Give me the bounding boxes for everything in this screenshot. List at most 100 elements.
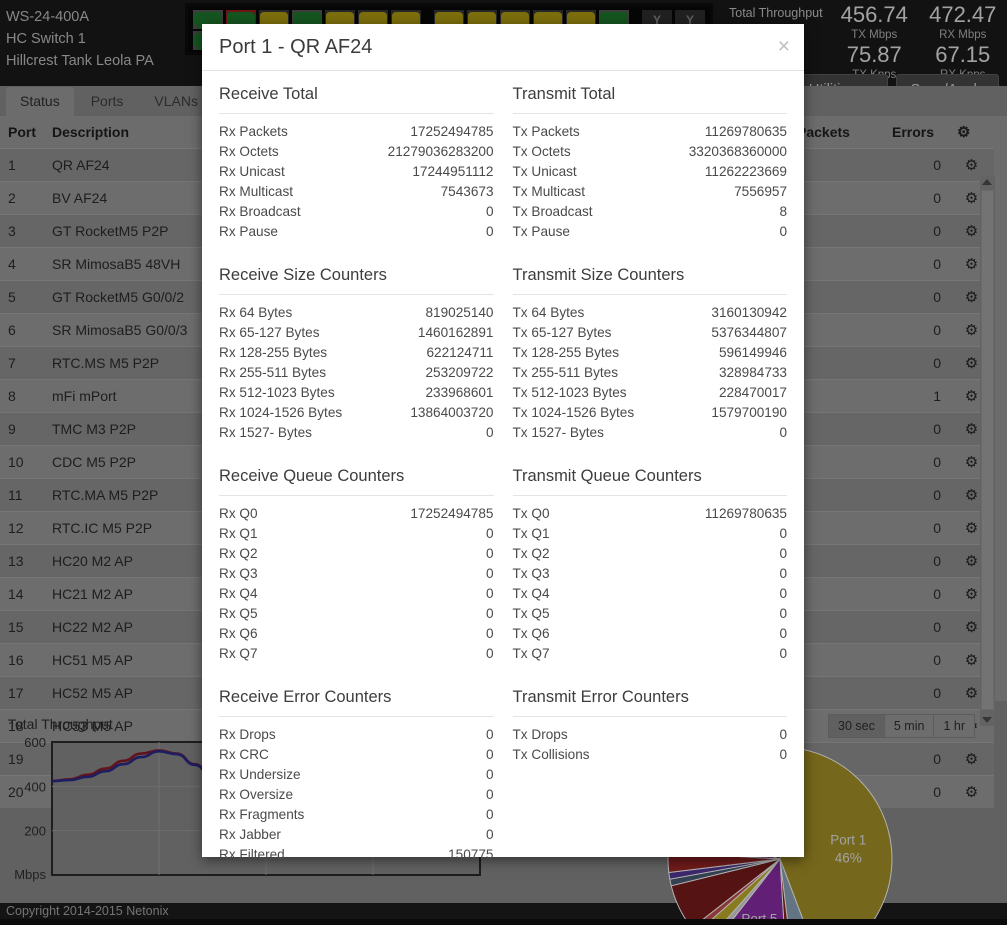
stat-row: Rx 255-511 Bytes 253209722	[219, 363, 494, 383]
section-title: Receive Error Counters	[219, 678, 494, 717]
stat-row: Tx Packets 11269780635	[513, 122, 788, 142]
stat-value: 0	[485, 787, 494, 802]
stat-key: Rx 512-1023 Bytes	[219, 385, 335, 400]
stat-value: 3160130942	[711, 305, 787, 320]
stat-value: 233968601	[425, 385, 494, 400]
stat-key: Rx Q2	[219, 546, 258, 561]
stat-value: 0	[485, 767, 494, 782]
dialog-title: Port 1 - QR AF24	[219, 35, 373, 58]
stat-key: Tx 64 Bytes	[512, 305, 585, 320]
close-icon[interactable]: ×	[778, 36, 790, 57]
stat-key: Rx Multicast	[219, 184, 294, 199]
stat-value: 0	[779, 606, 787, 621]
stat-row: Rx 64 Bytes 819025140	[219, 303, 494, 323]
stat-value: 0	[779, 425, 787, 440]
stat-row: Rx Fragments 0	[219, 805, 494, 825]
stat-row: Tx Unicast 11262223669	[513, 162, 788, 182]
stat-row: Rx Drops 0	[219, 725, 494, 745]
stat-row: Tx Q3 0	[513, 564, 788, 584]
stat-row: Tx Multicast 7556957	[513, 182, 788, 202]
stat-key: Tx Q4	[512, 586, 550, 601]
stat-key: Rx Drops	[219, 727, 276, 742]
stat-value: 5376344807	[711, 325, 787, 340]
stat-row: Rx Broadcast 0	[219, 202, 494, 222]
stat-key: Rx 65-127 Bytes	[219, 325, 320, 340]
stat-row: Tx 255-511 Bytes 328984733	[513, 363, 788, 383]
stat-key: Rx Q0	[219, 506, 258, 521]
stat-key: Rx 64 Bytes	[219, 305, 293, 320]
stat-value: 253209722	[425, 365, 494, 380]
stat-key: Rx Packets	[219, 124, 288, 139]
stat-key: Tx Q5	[512, 606, 550, 621]
stat-key: Rx 1024-1526 Bytes	[219, 405, 343, 420]
stat-value: 0	[779, 566, 787, 581]
stat-value: 0	[485, 425, 494, 440]
stat-key: Tx Q6	[512, 626, 550, 641]
stat-row: Rx Q1 0	[219, 524, 494, 544]
dialog-header: Port 1 - QR AF24 ×	[202, 24, 804, 71]
stat-key: Tx Pause	[512, 224, 570, 239]
stat-row: Rx Q6 0	[219, 624, 494, 644]
stat-value: 7556957	[734, 184, 787, 199]
stat-key: Rx Undersize	[219, 767, 301, 782]
stat-row: Tx Q1 0	[513, 524, 788, 544]
stat-key: Tx Q2	[512, 546, 550, 561]
stat-row: Tx Collisions 0	[513, 745, 788, 765]
stat-row: Rx Pause 0	[219, 222, 494, 242]
stat-row: Tx Q7 0	[513, 644, 788, 664]
stat-row: Rx Q2 0	[219, 544, 494, 564]
stat-key: Rx Jabber	[219, 827, 281, 842]
stat-row: Tx 1024-1526 Bytes 1579700190	[513, 403, 788, 423]
stat-key: Rx Octets	[219, 144, 279, 159]
stat-value: 8	[779, 204, 787, 219]
stat-value: 0	[485, 807, 494, 822]
receive-column: Receive Total Rx Packets 17252494785 Rx Oct…	[219, 85, 494, 879]
stat-row: Tx 1527- Bytes 0	[513, 423, 788, 443]
stat-row: Rx Q4 0	[219, 584, 494, 604]
stat-row: Rx Q0 17252494785	[219, 504, 494, 524]
stat-key: Tx 65-127 Bytes	[512, 325, 612, 340]
stat-value: 0	[779, 546, 787, 561]
stat-key: Rx Fragments	[219, 807, 305, 822]
stat-key: Tx Collisions	[512, 747, 590, 762]
stat-value: 0	[485, 827, 494, 842]
stat-row: Rx Octets 21279036283200	[219, 142, 494, 162]
stats-section: Transmit Total Tx Packets 11269780635 Tx Oc…	[512, 85, 788, 242]
stat-key: Tx Q7	[512, 646, 550, 661]
stat-key: Rx CRC	[219, 747, 269, 762]
stat-key: Rx Unicast	[219, 164, 285, 179]
stat-row: Tx Octets 3320368360000	[513, 142, 788, 162]
stats-section: Receive Error Counters Rx Drops 0 Rx CRC 0 Rx…	[219, 678, 494, 865]
stats-section: Transmit Size Counters Tx 64 Bytes 3160130…	[512, 256, 788, 443]
stat-value: 228470017	[718, 385, 787, 400]
stat-value: 819025140	[425, 305, 494, 320]
stat-row: Rx Multicast 7543673	[219, 182, 494, 202]
stat-row: Tx 512-1023 Bytes 228470017	[513, 383, 788, 403]
stat-row: Rx Filtered 150775	[219, 845, 494, 865]
stat-key: Tx Drops	[512, 727, 568, 742]
stat-key: Rx Q5	[219, 606, 258, 621]
stat-key: Rx Q3	[219, 566, 258, 581]
section-title: Receive Queue Counters	[219, 457, 494, 496]
stat-value: 0	[485, 526, 494, 541]
stat-key: Tx Octets	[512, 144, 571, 159]
stat-key: Tx Multicast	[512, 184, 586, 199]
stat-value: 0	[485, 727, 494, 742]
stat-value: 0	[779, 727, 787, 742]
stats-section: Receive Queue Counters Rx Q0 17252494785 Rx…	[219, 457, 494, 664]
stat-row: Tx Q4 0	[513, 584, 788, 604]
stat-row: Rx Q7 0	[219, 644, 494, 664]
stats-section: Transmit Queue Counters Tx Q0 11269780635 T…	[512, 457, 788, 664]
stat-value: 0	[779, 626, 787, 641]
stat-row: Tx 128-255 Bytes 596149946	[513, 343, 788, 363]
stat-row: Rx Jabber 0	[219, 825, 494, 845]
stat-key: Rx Q1	[219, 526, 258, 541]
port-statistics-dialog: Port 1 - QR AF24 × Receive Total Rx Packe…	[202, 24, 804, 862]
stat-value: 0	[485, 747, 494, 762]
stat-value: 0	[779, 646, 787, 661]
stat-key: Tx 512-1023 Bytes	[512, 385, 627, 400]
stat-row: Rx Q3 0	[219, 564, 494, 584]
stat-value: 0	[485, 224, 494, 239]
stat-key: Rx Q7	[219, 646, 258, 661]
stats-section: Receive Total Rx Packets 17252494785 Rx Oct…	[219, 85, 494, 242]
